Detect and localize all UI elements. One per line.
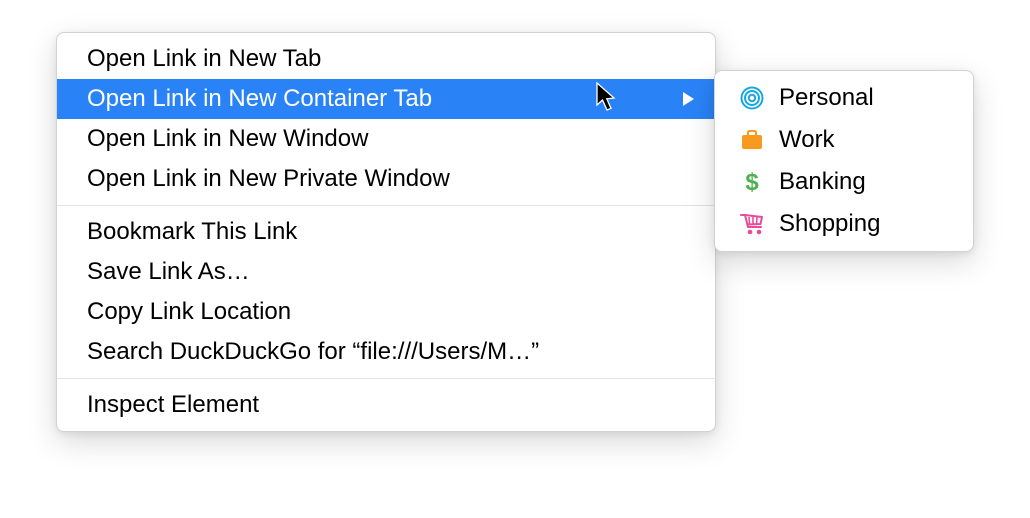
menu-item-search-duckduckgo[interactable]: Search DuckDuckGo for “file:///Users/M…” xyxy=(57,332,715,372)
menu-item-label: Save Link As… xyxy=(87,258,250,286)
container-label: Banking xyxy=(779,168,866,196)
menu-item-bookmark-link[interactable]: Bookmark This Link xyxy=(57,212,715,252)
menu-item-label: Open Link in New Private Window xyxy=(87,165,450,193)
svg-text:$: $ xyxy=(745,170,759,194)
menu-item-label: Open Link in New Tab xyxy=(87,45,321,73)
menu-item-label: Open Link in New Window xyxy=(87,125,368,153)
menu-item-label: Open Link in New Container Tab xyxy=(87,85,432,113)
submenu-arrow-icon xyxy=(683,85,695,113)
container-item-work[interactable]: Work xyxy=(715,119,973,161)
container-label: Work xyxy=(779,126,835,154)
briefcase-icon xyxy=(739,127,765,153)
dollar-icon: $ xyxy=(739,169,765,195)
menu-item-open-new-window[interactable]: Open Link in New Window xyxy=(57,119,715,159)
menu-item-open-new-private-window[interactable]: Open Link in New Private Window xyxy=(57,159,715,199)
menu-item-save-link-as[interactable]: Save Link As… xyxy=(57,252,715,292)
menu-item-open-new-tab[interactable]: Open Link in New Tab xyxy=(57,39,715,79)
container-submenu: Personal Work $ Banking xyxy=(714,70,974,252)
container-item-personal[interactable]: Personal xyxy=(715,77,973,119)
container-label: Shopping xyxy=(779,210,880,238)
menu-item-inspect-element[interactable]: Inspect Element xyxy=(57,385,715,425)
context-menu: Open Link in New Tab Open Link in New Co… xyxy=(56,32,716,432)
container-item-shopping[interactable]: Shopping xyxy=(715,203,973,245)
menu-item-label: Inspect Element xyxy=(87,391,259,419)
menu-item-label: Search DuckDuckGo for “file:///Users/M…” xyxy=(87,338,539,366)
menu-item-label: Bookmark This Link xyxy=(87,218,297,246)
fingerprint-icon xyxy=(739,85,765,111)
menu-item-label: Copy Link Location xyxy=(87,298,291,326)
menu-item-open-new-container-tab[interactable]: Open Link in New Container Tab xyxy=(57,79,715,119)
container-item-banking[interactable]: $ Banking xyxy=(715,161,973,203)
menu-separator xyxy=(57,378,715,379)
cart-icon xyxy=(739,211,765,237)
container-label: Personal xyxy=(779,84,874,112)
menu-separator xyxy=(57,205,715,206)
menu-item-copy-link-location[interactable]: Copy Link Location xyxy=(57,292,715,332)
